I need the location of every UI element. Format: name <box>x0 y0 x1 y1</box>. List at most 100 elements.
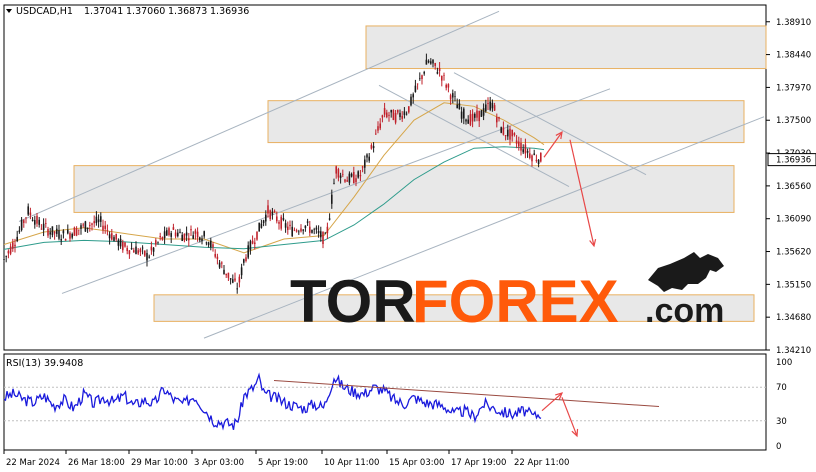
time-axis: 22 Mar 2024 26 Mar 18:00 29 Mar 10:00 3 Apr… <box>3 450 569 468</box>
current-price-label: 1.36936 <box>776 156 811 166</box>
candle-body <box>9 246 12 254</box>
candle-body <box>89 225 91 227</box>
candle-body <box>271 211 274 215</box>
candle-body <box>141 247 144 249</box>
candle-body <box>126 248 128 252</box>
candle-body <box>452 93 454 98</box>
candle-body <box>67 229 69 234</box>
candle-body <box>12 242 14 249</box>
candle-body <box>78 229 80 231</box>
candle-body <box>75 228 78 236</box>
candle-body <box>317 230 320 234</box>
price-tick-label: 1.35150 <box>776 280 811 290</box>
price-tick-label: 1.34210 <box>776 346 811 356</box>
candle-body <box>419 78 421 79</box>
candle-body <box>465 119 467 122</box>
candle-body <box>166 230 168 236</box>
candle-body <box>278 222 280 224</box>
candle-body <box>412 94 414 98</box>
candle-body <box>249 241 252 251</box>
candle-body <box>5 255 7 257</box>
candle-body <box>328 218 331 220</box>
candle-body <box>405 113 408 115</box>
candle-body <box>377 126 379 131</box>
candle-body <box>135 246 137 255</box>
dropdown-triangle-icon[interactable] <box>6 9 12 13</box>
candle-body <box>403 111 406 116</box>
candle-body <box>520 142 522 151</box>
candle-body <box>236 288 238 290</box>
candle-body <box>18 230 21 233</box>
candle-body <box>348 173 351 183</box>
candle-body <box>504 135 507 137</box>
candle-body <box>445 84 447 88</box>
time-tick-label: 10 Apr 11:00 <box>324 458 379 468</box>
candle-body <box>36 215 38 224</box>
candle-body <box>357 171 359 178</box>
candle-body <box>315 227 318 230</box>
candle-body <box>322 231 324 245</box>
candle-body <box>524 144 527 154</box>
candle-body <box>498 117 500 119</box>
candle-body <box>502 127 505 135</box>
candle-body <box>333 182 335 184</box>
candle-body <box>423 72 425 74</box>
candle-body <box>416 83 419 85</box>
candle-body <box>474 113 476 118</box>
candle-body <box>394 112 397 123</box>
rsi-trendline <box>273 379 660 408</box>
candle-body <box>100 216 102 222</box>
candle-body <box>155 240 157 245</box>
time-tick-label: 22 Mar 2024 <box>6 458 60 468</box>
watermark-suffix: .com <box>645 292 724 330</box>
candle-body <box>130 247 133 250</box>
candle-body <box>7 251 10 254</box>
candle-body <box>29 212 32 216</box>
candle-body <box>238 276 241 283</box>
candle-body <box>152 247 155 252</box>
candle-body <box>353 171 355 184</box>
bull-logo-icon <box>648 252 724 292</box>
candle-body <box>201 238 203 242</box>
candle-body <box>487 103 489 104</box>
candle-body <box>31 219 34 221</box>
candle-body <box>56 228 58 234</box>
candle-body <box>42 223 45 230</box>
candle-body <box>34 220 36 225</box>
header-symbol: USDCAD,H1 <box>16 6 73 17</box>
candle-body <box>3 259 5 261</box>
candle-body <box>511 129 513 137</box>
candle-body <box>95 216 98 224</box>
rsi-panel: 100 70 30 0 <box>3 358 792 452</box>
rsi-forecast-arrow-shaft <box>541 392 563 412</box>
candle-body <box>449 95 452 100</box>
candle-body <box>82 224 84 226</box>
candle-body <box>104 225 106 229</box>
candle-body <box>47 228 49 236</box>
header-high: 1.37060 <box>126 6 165 17</box>
candle-body <box>537 159 540 164</box>
candle-body <box>133 250 135 253</box>
candle-body <box>372 146 375 149</box>
candle-body <box>392 110 395 121</box>
candle-body <box>414 85 417 92</box>
candle-body <box>122 241 124 251</box>
candle-body <box>460 111 463 119</box>
time-tick-label: 26 Mar 18:00 <box>68 458 125 468</box>
candle-body <box>51 226 54 236</box>
candle-body <box>386 112 388 118</box>
candle-body <box>313 228 315 230</box>
candle-body <box>221 262 223 264</box>
candle-body <box>93 221 95 224</box>
time-tick-label: 17 Apr 19:00 <box>451 458 506 468</box>
candle-body <box>493 105 496 111</box>
candle-body <box>84 221 87 232</box>
candle-body <box>196 231 199 238</box>
price-chart[interactable]: TOR FOREX .com 1.38910 1.38440 1.37970 1.37… <box>0 0 816 472</box>
price-tick-label: 1.38910 <box>776 18 811 28</box>
zone-rect <box>73 165 735 213</box>
candle-body <box>188 238 190 241</box>
candle-body <box>73 227 76 236</box>
candle-body <box>342 174 344 175</box>
price-tick-label: 1.36090 <box>776 215 811 225</box>
